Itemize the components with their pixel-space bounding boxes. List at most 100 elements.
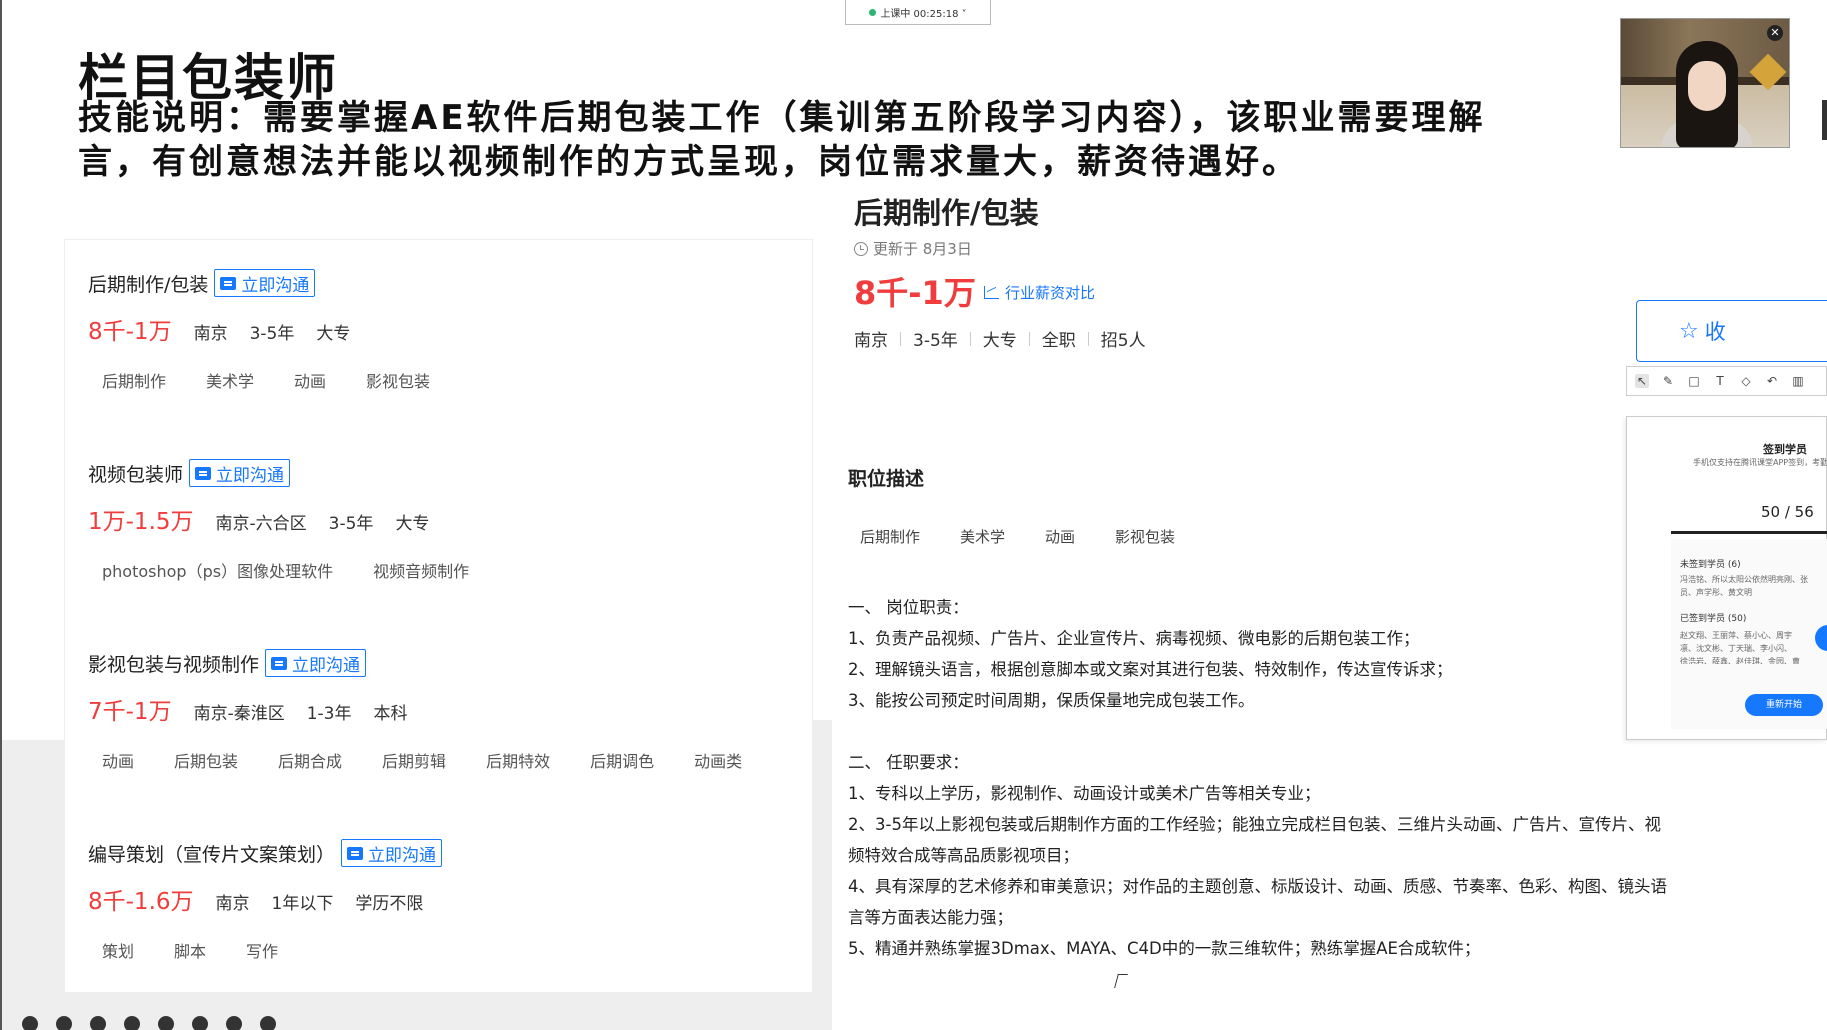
job-title[interactable]: 影视包装与视频制作	[88, 650, 259, 677]
chat-now-label: 立即沟通	[368, 845, 437, 866]
signed-heading: 已签到学员 (50)	[1680, 614, 1747, 624]
chat-icon	[195, 466, 212, 480]
job-education: 大专	[316, 324, 351, 344]
job-detail: 后期制作/包装 更新于 8月3日 8千-1万 行业薪资对比 南京 3-5年 大专…	[832, 180, 1732, 1030]
chat-now-button[interactable]: 立即沟通	[214, 269, 316, 297]
description-line: 5、精通并熟练掌握3Dmax、MAYA、C4D中的一款三维软件；熟练掌握AE合成…	[848, 939, 1481, 958]
job-tag: 写作	[246, 942, 279, 961]
sign-in-subtitle: 手机仅支持在腾讯课堂APP签到，考勤中	[1693, 458, 1827, 467]
job-title[interactable]: 编导策划（宣传片文案策划）	[88, 840, 335, 867]
job-tag: 后期包装	[174, 752, 239, 771]
webcam-video[interactable]: ✕	[1620, 18, 1790, 148]
job-card[interactable]: 后期制作/包装 立即沟通 8千-1万 南京 3-5年 大专 后期制作 美术学 动…	[88, 268, 430, 392]
favorite-label: 收	[1704, 320, 1726, 344]
tool-icon[interactable]	[158, 1016, 174, 1030]
job-tag: 后期合成	[278, 752, 343, 771]
sign-in-panel: 签到学员 手机仅支持在腾讯课堂APP签到，考勤中 50 / 56 未签到学员 (…	[1626, 416, 1827, 740]
clock-icon	[854, 241, 868, 256]
sign-in-progress	[1671, 531, 1827, 534]
description-line: 2、理解镜头语言，根据创意脚本或文案对其进行包装、特效制作，传达宣传诉求；	[848, 660, 1453, 679]
description-line: 4、具有深厚的艺术修养和审美意识；对作品的主题创意、标版设计、动画、质感、节奏率…	[848, 877, 1667, 896]
unsigned-heading: 未签到学员 (6)	[1680, 560, 1741, 570]
job-card[interactable]: 编导策划（宣传片文案策划） 立即沟通 8千-1.6万 南京 1年以下 学历不限 …	[88, 838, 443, 962]
job-tag: 脚本	[174, 942, 207, 961]
favorite-button[interactable]: ☆ 收	[1636, 300, 1827, 362]
annotation-toolbar: ↖ ✎ □ T ◇ ↶ ▥	[1626, 366, 1827, 396]
job-list: 后期制作/包装 立即沟通 8千-1万 南京 3-5年 大专 后期制作 美术学 动…	[65, 240, 812, 992]
detail-meta-item: 南京	[854, 331, 888, 351]
description-line: 1、负责产品视频、广告片、企业宣传片、病毒视频、微电影的后期包装工作；	[848, 629, 1420, 648]
recording-status[interactable]: 上课中 00:25:18 ˅	[845, 0, 991, 25]
job-experience: 3-5年	[328, 514, 374, 534]
salary-compare-link[interactable]: 行业薪资对比	[984, 282, 1095, 303]
detail-title: 后期制作/包装	[854, 196, 1039, 230]
detail-updated-label: 更新于 8月3日	[873, 240, 972, 258]
chat-now-button[interactable]: 立即沟通	[265, 649, 367, 677]
job-tag: 后期特效	[486, 752, 551, 771]
sign-in-count: 50 / 56	[1761, 503, 1814, 521]
close-icon[interactable]: ✕	[1767, 25, 1783, 41]
section-title: 职位描述	[848, 468, 925, 490]
job-location: 南京-秦淮区	[193, 704, 285, 724]
tool-icon[interactable]	[226, 1016, 242, 1030]
salary-compare-label: 行业薪资对比	[1005, 284, 1096, 302]
recording-label: 上课中 00:25:18 ˅	[880, 8, 967, 20]
job-tag: 视频音频制作	[373, 562, 470, 581]
job-salary: 8千-1.6万	[88, 889, 194, 915]
chart-icon	[984, 286, 999, 299]
job-tag: 美术学	[206, 372, 255, 391]
slide-description-line: 言，有创意想法并能以视频制作的方式呈现，岗位需求量大，薪资待遇好。	[78, 142, 1299, 182]
tool-icon[interactable]	[124, 1016, 140, 1030]
detail-tag: 美术学	[960, 528, 1006, 546]
tool-icon[interactable]	[22, 1016, 38, 1030]
detail-meta-item: 大专	[982, 331, 1017, 351]
job-title[interactable]: 视频包装师	[88, 460, 183, 487]
description-heading: 一、 岗位职责：	[848, 598, 969, 617]
job-education: 大专	[395, 514, 430, 534]
chat-now-button[interactable]: 立即沟通	[189, 459, 291, 487]
trash-icon[interactable]: ▥	[1791, 374, 1805, 388]
tool-icon[interactable]	[56, 1016, 72, 1030]
description-line: 1、专科以上学历，影视制作、动画设计或美术广告等相关专业；	[848, 784, 1321, 803]
side-handle[interactable]	[1822, 100, 1827, 140]
background-area	[2, 740, 65, 1000]
job-description: 一、 岗位职责： 1、负责产品视频、广告片、企业宣传片、病毒视频、微电影的后期包…	[848, 592, 1728, 964]
restart-button[interactable]: 重新开始	[1745, 694, 1823, 716]
job-experience: 1年以下	[271, 894, 334, 914]
shape-icon[interactable]: □	[1687, 374, 1701, 388]
detail-meta-item: 全职	[1041, 331, 1076, 351]
description-line: 3、能按公司预定时间周期，保质保量地完成包装工作。	[848, 691, 1255, 710]
pointer-icon[interactable]: ↖	[1635, 374, 1649, 388]
detail-tag: 后期制作	[860, 528, 921, 546]
job-salary: 1万-1.5万	[88, 509, 194, 535]
tool-icon[interactable]	[260, 1016, 276, 1030]
job-card[interactable]: 视频包装师 立即沟通 1万-1.5万 南京-六合区 3-5年 大专 photos…	[88, 458, 469, 582]
tool-icon[interactable]	[90, 1016, 106, 1030]
signed-names: 凛、沈文彬、丁天瑞、李小闪、	[1680, 644, 1792, 653]
job-education: 学历不限	[355, 894, 424, 914]
text-icon[interactable]: T	[1713, 374, 1727, 388]
job-title[interactable]: 后期制作/包装	[88, 270, 208, 297]
detail-tag: 影视包装	[1115, 528, 1176, 546]
chat-now-button[interactable]: 立即沟通	[341, 839, 443, 867]
recording-dot-icon	[869, 8, 877, 16]
detail-meta-item: 3-5年	[913, 331, 958, 351]
detail-tags: 后期制作 美术学 动画 影视包装	[860, 526, 1175, 547]
job-experience: 3-5年	[249, 324, 295, 344]
slide-description-line: 技能说明：需要掌握AE软件后期包装工作（集训第五阶段学习内容），该职业需要理解	[78, 98, 1486, 138]
tool-icon[interactable]	[192, 1016, 208, 1030]
pen-icon[interactable]: ✎	[1661, 374, 1675, 388]
eraser-icon[interactable]: ◇	[1739, 374, 1753, 388]
chat-icon	[271, 656, 288, 670]
job-tag: photoshop（ps）图像处理软件	[102, 562, 334, 581]
job-salary: 7千-1万	[88, 699, 172, 725]
webcam-person	[1688, 61, 1726, 111]
undo-icon[interactable]: ↶	[1765, 374, 1779, 388]
job-tag: 策划	[102, 942, 135, 961]
job-card[interactable]: 影视包装与视频制作 立即沟通 7千-1万 南京-秦淮区 1-3年 本科 动画 后…	[88, 648, 742, 772]
job-tag: 后期制作	[102, 372, 167, 391]
detail-salary: 8千-1万	[854, 274, 976, 312]
detail-updated: 更新于 8月3日	[854, 238, 972, 259]
job-tag: 动画	[294, 372, 327, 391]
description-line: 频特效合成等高品质影视项目；	[848, 846, 1079, 865]
